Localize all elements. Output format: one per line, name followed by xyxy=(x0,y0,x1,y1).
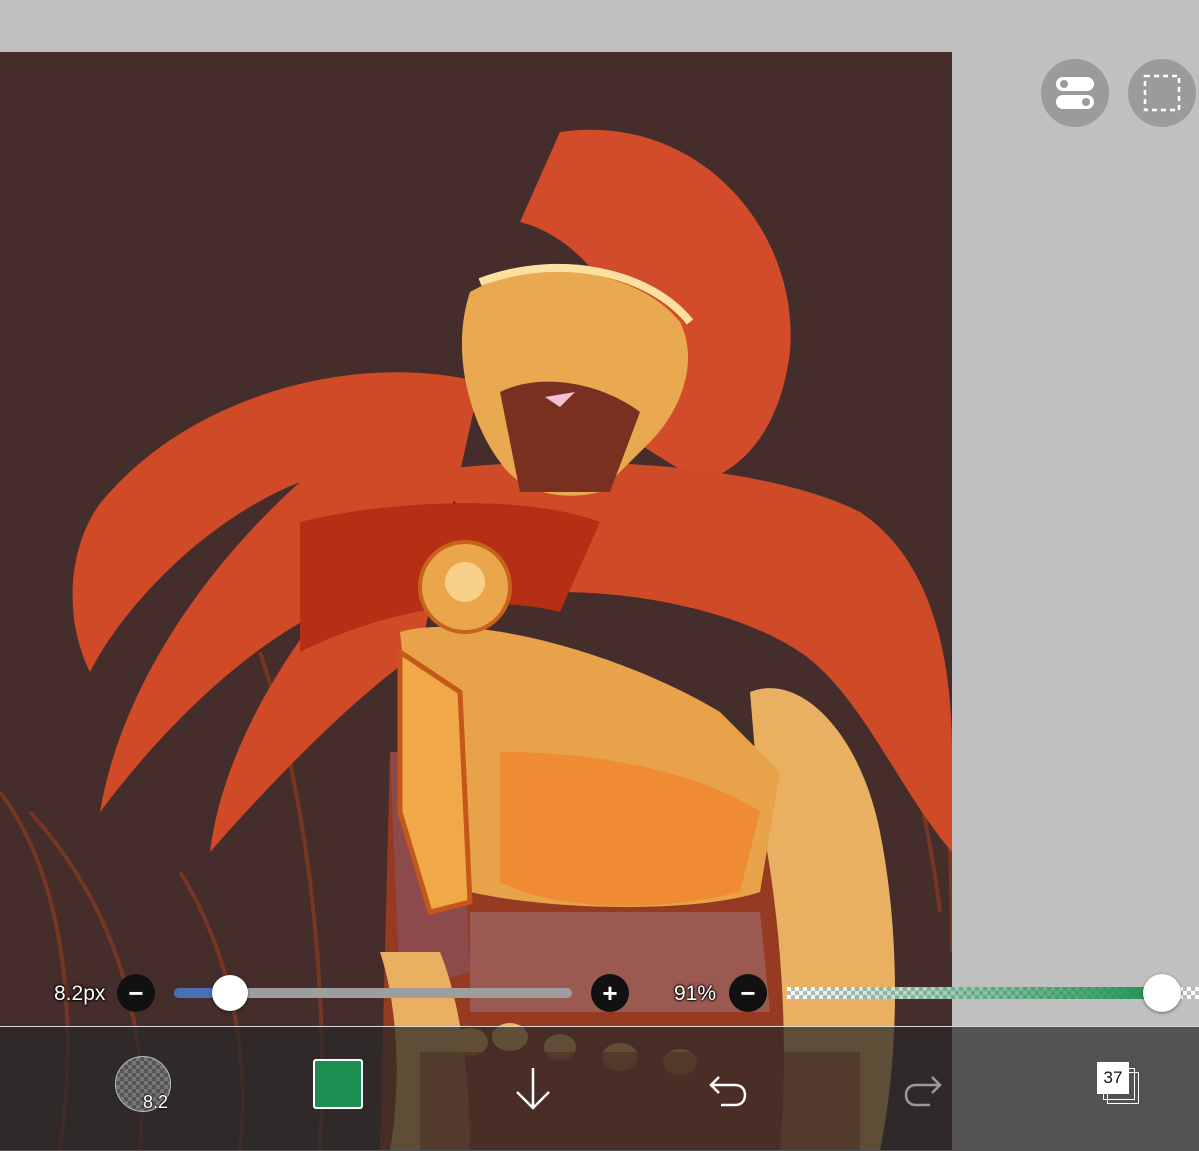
opacity-slider-thumb[interactable] xyxy=(1142,974,1181,1012)
down-arrow-icon xyxy=(516,1068,550,1110)
opacity-slider-track[interactable] xyxy=(787,987,1199,999)
brush-size-slider-thumb[interactable] xyxy=(211,975,248,1011)
opacity-decrease-button[interactable]: − xyxy=(729,974,767,1012)
brush-size-indicator: 8.2 xyxy=(142,1092,168,1112)
plus-icon: + xyxy=(602,978,618,1008)
bottom-toolbar: 8.2 37 xyxy=(0,1026,1199,1151)
minus-icon: − xyxy=(128,978,144,1008)
brush-button[interactable]: 8.2 xyxy=(105,1027,181,1151)
redo-icon xyxy=(904,1076,942,1107)
redo-button[interactable] xyxy=(890,1027,956,1151)
undo-button[interactable] xyxy=(695,1027,761,1151)
download-button[interactable] xyxy=(500,1027,566,1151)
undo-icon xyxy=(709,1076,747,1107)
selection-button[interactable] xyxy=(1128,59,1196,127)
brush-size-increase-button[interactable]: + xyxy=(591,974,629,1012)
color-swatch xyxy=(313,1059,363,1109)
layer-count: 37 xyxy=(1097,1062,1129,1094)
minus-icon: − xyxy=(740,978,756,1008)
layers-button[interactable]: 37 xyxy=(1086,1027,1152,1151)
selection-icon xyxy=(1143,74,1181,112)
layers-icon: 37 xyxy=(1097,1062,1141,1106)
color-button[interactable] xyxy=(300,1027,376,1151)
brush-size-decrease-button[interactable]: − xyxy=(117,974,155,1012)
opacity-slider-fill xyxy=(787,987,1162,999)
toggle-settings-button[interactable] xyxy=(1041,59,1109,127)
brush-icon: 8.2 xyxy=(115,1056,171,1112)
brush-size-value: 8.2px xyxy=(54,982,106,1005)
toggle-icon xyxy=(1056,77,1094,109)
opacity-value: 91% xyxy=(674,982,717,1005)
